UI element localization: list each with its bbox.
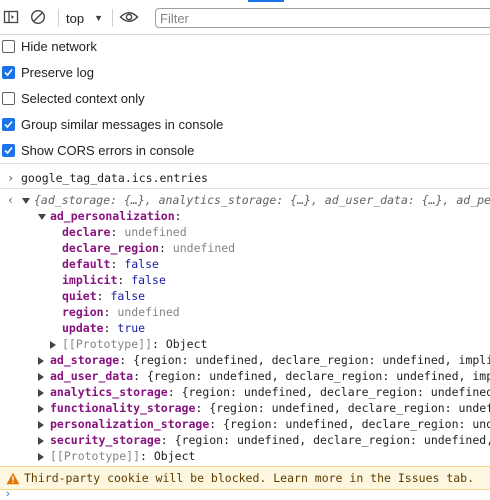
expand-caret-icon[interactable]	[38, 404, 44, 413]
active-tab-indicator	[248, 0, 284, 2]
console-command: google_tag_data.ics.entries	[21, 171, 208, 185]
toolbar-divider	[112, 9, 113, 27]
prototype-label: [[Prototype]]	[62, 337, 153, 351]
property-key: security_storage	[50, 433, 161, 447]
setting-hide-network[interactable]: Hide network	[0, 33, 490, 59]
setting-preserve-log[interactable]: Preserve log	[0, 59, 490, 85]
expand-caret-icon[interactable]	[38, 452, 44, 461]
property-key: declare_region	[62, 241, 159, 255]
expand-caret-icon[interactable]	[38, 436, 44, 445]
filter-input[interactable]	[160, 10, 480, 26]
sidebar-toggle-icon[interactable]	[2, 8, 20, 26]
console-toolbar: top ▼	[0, 0, 490, 35]
property-row: quiet: false	[62, 289, 146, 303]
message-divider	[0, 188, 490, 189]
property-row: update: true	[62, 321, 146, 335]
console-prompt-icon[interactable]: ›	[6, 488, 10, 500]
toolbar-divider	[58, 9, 59, 27]
context-selector[interactable]: top ▼	[66, 9, 103, 27]
expand-caret-icon[interactable]	[38, 372, 44, 381]
property-row: implicit: false	[62, 273, 166, 287]
expand-caret-icon[interactable]	[38, 356, 44, 365]
expand-caret-icon[interactable]	[38, 388, 44, 397]
prototype-value: Object	[153, 449, 196, 463]
setting-label: Selected context only	[21, 90, 145, 106]
tree-node-ad-storage[interactable]: ad_storage: {region: undefined, declare_…	[0, 352, 490, 368]
tree-node-security-storage[interactable]: security_storage: {region: undefined, de…	[0, 432, 490, 448]
clear-console-icon[interactable]	[29, 8, 47, 26]
return-arrow-icon: ‹	[7, 193, 15, 207]
setting-label: Group similar messages in console	[21, 116, 224, 132]
settings-divider	[0, 163, 490, 164]
expand-caret-icon[interactable]	[50, 340, 56, 349]
property-value: false	[110, 289, 146, 303]
property-preview: {region: undefined, declare_region: unde…	[133, 353, 490, 367]
tree-node-functionality-storage[interactable]: functionality_storage: {region: undefine…	[0, 400, 490, 416]
property-row: declare: undefined	[62, 225, 187, 239]
property-key: ad_user_data	[50, 369, 134, 383]
setting-label: Show CORS errors in console	[21, 142, 195, 158]
filter-input-wrapper[interactable]	[155, 8, 490, 28]
console-warning-message: Third-party cookie will be blocked. Lear…	[0, 466, 490, 490]
tree-node-analytics-storage[interactable]: analytics_storage: {region: undefined, d…	[0, 384, 490, 400]
property-preview: {region: undefined, declare_region: unde…	[223, 417, 490, 431]
property-value: false	[131, 273, 166, 287]
property-value: undefined	[172, 241, 236, 255]
hide-network-checkbox[interactable]	[2, 39, 15, 53]
setting-selected-context-only[interactable]: Selected context only	[0, 85, 490, 111]
chevron-down-icon: ▼	[94, 13, 103, 23]
property-row: region: undefined	[62, 305, 180, 319]
console-input-line: › google_tag_data.ics.entries	[0, 170, 490, 186]
prototype-value: Object	[165, 337, 208, 351]
property-key: analytics_storage	[50, 385, 168, 399]
setting-label: Hide network	[21, 38, 97, 54]
tree-node-personalization-storage[interactable]: personalization_storage: {region: undefi…	[0, 416, 490, 432]
setting-show-cors-errors[interactable]: Show CORS errors in console	[0, 137, 490, 163]
console-result-line[interactable]: ‹ {ad_storage: {…}, analytics_storage: {……	[0, 192, 490, 208]
eye-icon[interactable]	[119, 8, 139, 26]
preserve-log-checkbox[interactable]	[2, 65, 15, 79]
property-preview: {region: undefined, declare_region: unde…	[209, 401, 490, 415]
property-value: true	[117, 321, 146, 335]
property-value: undefined	[117, 305, 180, 319]
property-value: false	[124, 257, 159, 271]
property-row: default: false	[62, 257, 159, 271]
prototype-label: [[Prototype]]	[50, 449, 141, 463]
warning-icon	[6, 471, 20, 485]
result-summary: {ad_storage: {…}, analytics_storage: {…}…	[34, 193, 490, 207]
expand-caret-icon[interactable]	[38, 213, 46, 220]
prototype-row[interactable]: [[Prototype]]: Object	[0, 448, 490, 464]
property-key: default	[62, 257, 111, 271]
tree-node-ad-user-data[interactable]: ad_user_data: {region: undefined, declar…	[0, 368, 490, 384]
property-key: personalization_storage	[50, 417, 210, 431]
context-label: top	[66, 10, 85, 26]
property-key: implicit	[62, 273, 118, 287]
setting-group-similar[interactable]: Group similar messages in console	[0, 111, 490, 137]
property-key: quiet	[62, 289, 97, 303]
prototype-row[interactable]: [[Prototype]]: Object	[0, 336, 490, 352]
setting-label: Preserve log	[21, 64, 94, 80]
property-key: ad_personalization	[50, 209, 175, 223]
property-preview: {region: undefined, declare_region: unde…	[181, 385, 490, 399]
property-preview: {region: undefined, declare_region: unde…	[174, 433, 490, 447]
property-key: update	[62, 321, 104, 335]
group-similar-checkbox[interactable]	[2, 117, 15, 131]
expand-caret-icon[interactable]	[22, 197, 30, 204]
warning-text: Third-party cookie will be blocked. Lear…	[24, 471, 475, 485]
property-preview: {region: undefined, declare_region: unde…	[146, 369, 490, 383]
selected-context-only-checkbox[interactable]	[2, 91, 15, 105]
tree-node-ad-personalization[interactable]: ad_personalization:	[0, 208, 490, 224]
property-row: declare_region: undefined	[62, 241, 236, 255]
expand-caret-icon[interactable]	[38, 420, 44, 429]
property-key: declare	[62, 225, 111, 239]
chevron-right-icon: ›	[7, 171, 15, 185]
property-key: ad_storage	[50, 353, 120, 367]
property-key: functionality_storage	[50, 401, 196, 415]
property-key: region	[62, 305, 104, 319]
property-value: undefined	[124, 225, 187, 239]
show-cors-errors-checkbox[interactable]	[2, 143, 15, 157]
